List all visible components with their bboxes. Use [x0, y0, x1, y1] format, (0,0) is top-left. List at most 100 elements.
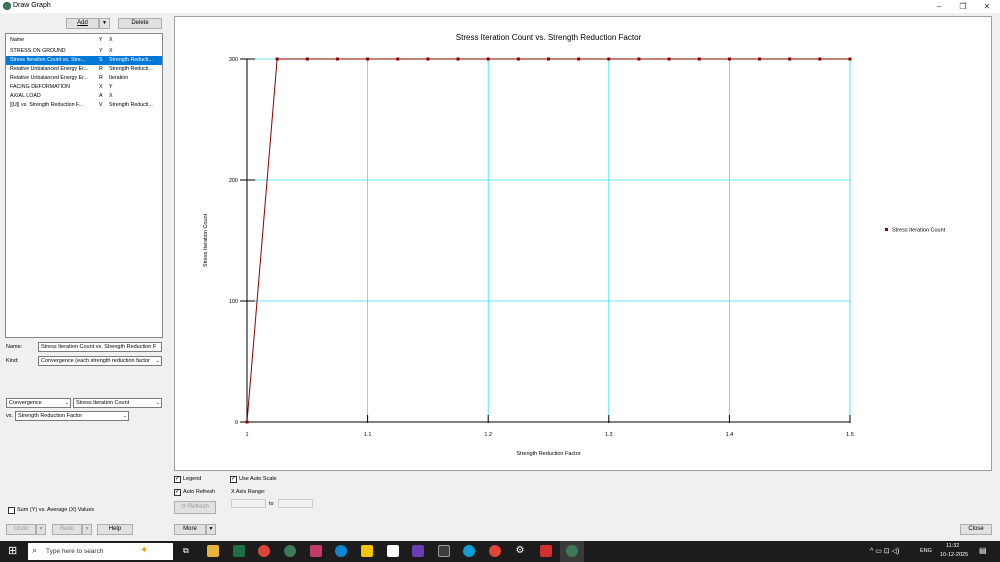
- x-range-from-field[interactable]: [231, 499, 266, 508]
- auto-refresh-checkbox[interactable]: ✓: [174, 489, 181, 496]
- list-item[interactable]: STRESS ON GROUND Y X: [6, 47, 162, 56]
- x-value-select[interactable]: Strength Reduction Factor ⌄: [15, 411, 129, 421]
- close-button[interactable]: Close: [960, 524, 992, 535]
- x-value: Strength Reduction Factor: [18, 413, 83, 419]
- list-item-name: FACING DEFORMATION: [10, 84, 70, 90]
- chrome-2-icon[interactable]: [489, 545, 501, 557]
- undo-button[interactable]: Undo: [6, 524, 36, 535]
- sticky-notes-icon[interactable]: [361, 545, 373, 557]
- more-button[interactable]: More: [174, 524, 206, 535]
- use-auto-scale-checkbox[interactable]: ✓: [230, 476, 237, 483]
- graph-list[interactable]: Name Y X STRESS ON GROUND Y X Stress Iterat…: [5, 33, 163, 338]
- refresh-icon: ⟳: [181, 504, 187, 510]
- data-point: [848, 57, 852, 61]
- windows-start-icon[interactable]: ⊞: [8, 546, 19, 557]
- app-icon: [3, 2, 11, 10]
- list-item-name: Relative Unbalanced Energy Er...: [10, 66, 89, 72]
- kind-select[interactable]: Convergence (each strength reduction fac…: [38, 356, 162, 366]
- notifications-icon[interactable]: ▤: [979, 546, 987, 555]
- data-point: [727, 57, 731, 61]
- x-range-to-field[interactable]: [278, 499, 313, 508]
- redo-dropdown-icon[interactable]: ▼: [82, 524, 92, 535]
- category-select[interactable]: Convergence ⌄: [6, 398, 71, 408]
- refresh-button[interactable]: ⟳ Refresh: [174, 501, 216, 514]
- list-item[interactable]: AXIAL LOAD A X: [6, 92, 162, 101]
- kind-label: Kind:: [6, 358, 19, 364]
- list-item-name: STRESS ON GROUND: [10, 48, 66, 54]
- use-auto-scale-label: Use Auto Scale: [239, 476, 277, 482]
- app-green-icon[interactable]: [284, 545, 296, 557]
- undo-dropdown-icon[interactable]: ▼: [36, 524, 46, 535]
- x-tick-label: 1.4: [726, 432, 734, 438]
- copilot-sparkle-icon: ✦: [140, 545, 149, 556]
- refresh-label: Refresh: [187, 504, 209, 510]
- sum-checkbox[interactable]: [8, 507, 15, 514]
- y-value: Stress Iteration Count: [76, 400, 130, 406]
- draw-graph-app-icon: [566, 545, 578, 557]
- notepad-icon[interactable]: [387, 545, 399, 557]
- restore-icon[interactable]: ❐: [952, 0, 974, 13]
- y-tick-label: 0: [235, 420, 238, 426]
- data-point: [396, 57, 400, 61]
- taskbar-search[interactable]: ⌕ Type here to search ✦: [28, 543, 173, 560]
- edge-icon[interactable]: [335, 545, 347, 557]
- header-name: Name: [10, 37, 25, 43]
- language-indicator[interactable]: ENG: [920, 548, 932, 554]
- help-button[interactable]: Help: [97, 524, 133, 535]
- app-icon-2[interactable]: [310, 545, 322, 557]
- active-app-tab[interactable]: [560, 541, 584, 562]
- list-item-y: R: [99, 75, 103, 81]
- window-title: Draw Graph: [13, 2, 51, 9]
- data-point: [697, 57, 701, 61]
- list-item[interactable]: Stress Iteration Count vs. Stre... S Stren…: [6, 56, 162, 65]
- legend-marker: [885, 228, 888, 231]
- data-point: [758, 57, 762, 61]
- edge-dev-icon[interactable]: [463, 545, 475, 557]
- acrobat-icon[interactable]: [540, 545, 552, 557]
- list-item-name: Stress Iteration Count vs. Stre...: [10, 57, 86, 63]
- data-point: [275, 57, 279, 61]
- data-point: [607, 57, 611, 61]
- add-button[interactable]: Add: [66, 18, 99, 29]
- legend-checkbox[interactable]: ✓: [174, 476, 181, 483]
- clock-date[interactable]: 10-12-2025: [940, 552, 968, 558]
- name-field[interactable]: Stress Iteration Count vs. Strength Redu…: [38, 342, 162, 352]
- task-view-icon[interactable]: ⧉: [183, 546, 189, 556]
- close-window-icon[interactable]: ✕: [976, 0, 998, 13]
- minimize-icon[interactable]: –: [928, 0, 950, 13]
- excel-icon[interactable]: [233, 545, 245, 557]
- settings-gear-icon[interactable]: ⚙: [514, 545, 526, 557]
- chrome-icon[interactable]: [258, 545, 270, 557]
- x-tick-label: 1.2: [484, 432, 492, 438]
- data-point: [366, 57, 370, 61]
- add-dropdown-arrow-icon[interactable]: ▼: [99, 18, 110, 29]
- more-dropdown-icon[interactable]: ▼: [206, 524, 216, 535]
- app-icon-3[interactable]: [412, 545, 424, 557]
- chart-panel: Stress Iteration Count vs. Strength Redu…: [174, 16, 992, 471]
- data-point: [516, 57, 520, 61]
- system-tray-icons[interactable]: ^ ▭ ⊡ ◁): [870, 547, 899, 555]
- chevron-down-icon: ⌄: [122, 413, 127, 419]
- clock-time[interactable]: 11:32: [946, 543, 959, 549]
- series-line: [246, 58, 850, 423]
- list-item[interactable]: Relative Unbalanced Energy Er... R Iterati…: [6, 74, 162, 83]
- list-item[interactable]: Relative Unbalanced Energy Er... R Strengt…: [6, 65, 162, 74]
- chart-title: Stress Iteration Count vs. Strength Redu…: [456, 33, 642, 42]
- legend-label: Stress Iteration Count: [892, 228, 946, 234]
- taskbar: ⊞ ⌕ Type here to search ✦ ⧉ ⚙ ^ ▭ ⊡ ◁) E…: [0, 541, 1000, 562]
- data-point: [788, 57, 792, 61]
- list-item[interactable]: FACING DEFORMATION X Y: [6, 83, 162, 92]
- redo-button[interactable]: Redo: [52, 524, 82, 535]
- y-value-select[interactable]: Stress Iteration Count ⌄: [73, 398, 162, 408]
- list-header: Name Y X: [6, 36, 162, 45]
- chevron-down-icon: ⌄: [64, 400, 69, 406]
- vs-label: vs.: [6, 413, 14, 419]
- x-tick-label: 1: [245, 432, 248, 438]
- file-explorer-icon[interactable]: [207, 545, 219, 557]
- y-tick-label: 300: [229, 57, 238, 63]
- delete-button[interactable]: Delete: [118, 18, 162, 29]
- data-point: [577, 57, 581, 61]
- list-item-y: S: [99, 57, 103, 63]
- list-item[interactable]: |[U]| vs. Strength Reduction F... V Streng…: [6, 101, 162, 110]
- app-icon-4[interactable]: [438, 545, 450, 557]
